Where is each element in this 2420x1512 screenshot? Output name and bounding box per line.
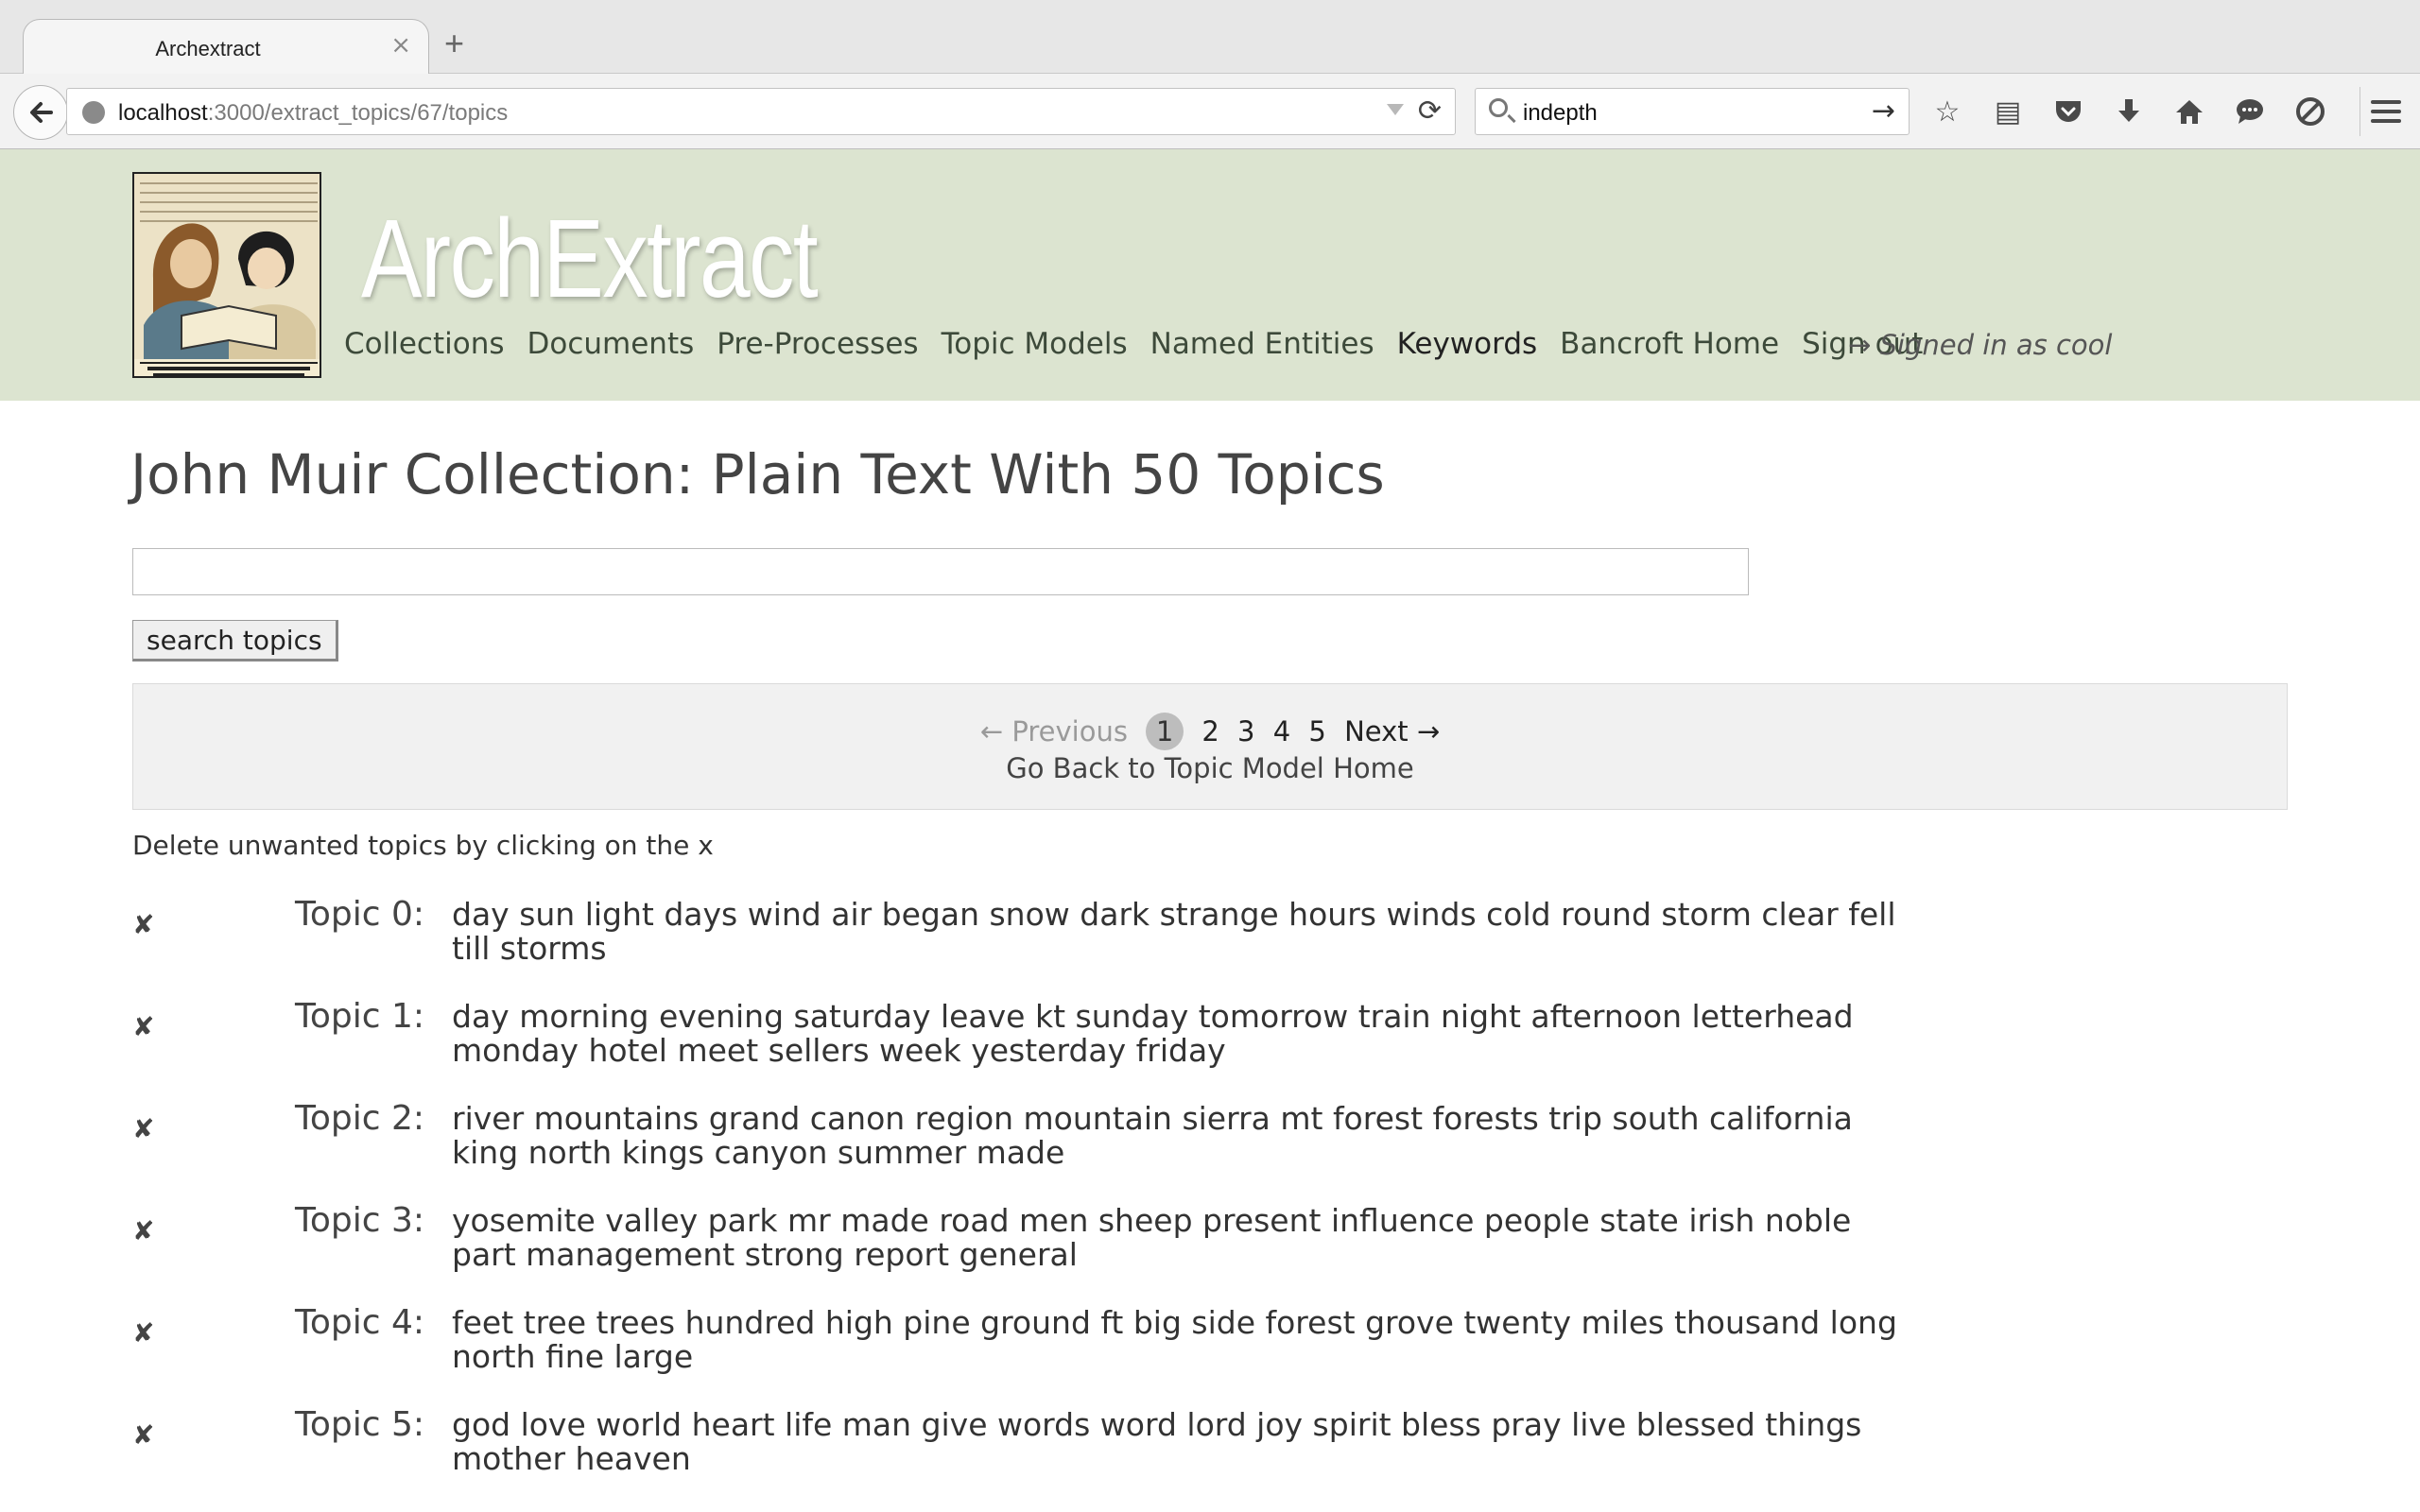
address-bar[interactable]: localhost:3000/extract_topics/67/topics …	[66, 88, 1456, 135]
star-icon[interactable]: ☆	[1925, 93, 1970, 130]
browser-tab[interactable]: Archextract ×	[23, 19, 429, 76]
topic-words: day morning evening saturday leave kt su…	[452, 998, 1854, 1069]
blocked-icon[interactable]	[2288, 93, 2333, 130]
delete-topic-icon[interactable]: ✘	[132, 909, 154, 940]
brand-title[interactable]: ArchExtract	[361, 195, 819, 323]
bancroft-library-logo[interactable]	[132, 172, 321, 378]
page-link-2[interactable]: 2	[1201, 715, 1219, 747]
url-path: :3000/extract_topics/67/topics	[207, 100, 509, 126]
search-icon	[1489, 98, 1508, 117]
topic-row: ✘ Topic 3: yosemite valley park mr made …	[132, 1204, 1947, 1272]
pocket-icon[interactable]	[2046, 93, 2091, 130]
page-link-3[interactable]: 3	[1237, 715, 1254, 747]
search-bar-value[interactable]: indepth	[1523, 100, 1598, 127]
search-bar[interactable]: indepth →	[1475, 88, 1910, 135]
current-page: 1	[1146, 713, 1184, 750]
topic-words: yosemite valley park mr made road men sh…	[452, 1202, 1852, 1273]
topic-label: Topic 2:	[295, 1099, 425, 1138]
topic-label: Topic 4:	[295, 1303, 425, 1342]
signed-in-status: → Signed in as cool	[1848, 329, 2113, 361]
url-text[interactable]: localhost:3000/extract_topics/67/topics	[118, 100, 508, 127]
delete-instructions: Delete unwanted topics by clicking on th…	[132, 830, 714, 861]
back-button[interactable]	[13, 85, 68, 140]
topic-words: river mountains grand canon region mount…	[452, 1100, 1853, 1171]
back-arrow-icon	[30, 102, 53, 123]
delete-topic-icon[interactable]: ✘	[132, 1113, 154, 1144]
topic-row: ✘ Topic 2: river mountains grand canon r…	[132, 1102, 1947, 1170]
previous-page-link: ← Previous	[979, 715, 1128, 747]
reload-icon[interactable]: ⟳	[1418, 94, 1442, 128]
pagination-panel: ← Previous 1 2 3 4 5 Next → Go Back to T…	[132, 683, 2288, 810]
page-title: John Muir Collection: Plain Text With 50…	[130, 442, 1385, 507]
delete-topic-icon[interactable]: ✘	[132, 1419, 154, 1451]
nav-keywords[interactable]: Keywords	[1397, 327, 1538, 361]
download-icon[interactable]	[2106, 93, 2152, 130]
close-tab-icon[interactable]: ×	[390, 33, 411, 58]
delete-topic-icon[interactable]: ✘	[132, 1317, 154, 1349]
home-icon[interactable]	[2167, 93, 2212, 130]
browser-toolbar: localhost:3000/extract_topics/67/topics …	[0, 74, 2420, 149]
chat-icon[interactable]	[2227, 93, 2273, 130]
topic-model-home-link[interactable]: Go Back to Topic Model Home	[133, 752, 2287, 784]
topic-label: Topic 5:	[295, 1405, 425, 1444]
tab-title: Archextract	[155, 37, 261, 60]
nav-documents[interactable]: Documents	[527, 327, 695, 361]
nav-bancroft-home[interactable]: Bancroft Home	[1560, 327, 1779, 361]
nav-named-entities[interactable]: Named Entities	[1150, 327, 1374, 361]
reading-list-icon[interactable]: ▤	[1985, 93, 2031, 130]
topic-label: Topic 1:	[295, 997, 425, 1036]
main-nav: Collections Documents Pre-Processes Topi…	[344, 327, 1923, 361]
topic-list: ✘ Topic 0: day sun light days wind air b…	[132, 898, 1947, 1510]
hamburger-menu-icon[interactable]	[2363, 91, 2409, 132]
next-page-link[interactable]: Next →	[1344, 715, 1440, 747]
delete-topic-icon[interactable]: ✘	[132, 1215, 154, 1246]
pagination: ← Previous 1 2 3 4 5 Next →	[133, 713, 2287, 750]
browser-tab-strip: Archextract × +	[0, 0, 2420, 76]
site-header: ArchExtract Collections Documents Pre-Pr…	[0, 149, 2420, 401]
globe-icon	[82, 101, 105, 124]
nav-topic-models[interactable]: Topic Models	[942, 327, 1128, 361]
topic-row: ✘ Topic 4: feet tree trees hundred high …	[132, 1306, 1947, 1374]
page-link-5[interactable]: 5	[1308, 715, 1325, 747]
topic-row: ✘ Topic 5: god love world heart life man…	[132, 1408, 1947, 1476]
nav-pre-processes[interactable]: Pre-Processes	[717, 327, 918, 361]
topic-label: Topic 0:	[295, 895, 425, 934]
toolbar-icons: ☆ ▤	[1925, 93, 2333, 130]
topic-words: god love world heart life man give words…	[452, 1406, 1862, 1477]
history-dropdown-icon[interactable]	[1387, 104, 1404, 115]
search-go-icon[interactable]: →	[1872, 94, 1895, 128]
topic-search-input[interactable]	[132, 548, 1749, 595]
delete-topic-icon[interactable]: ✘	[132, 1011, 154, 1042]
topic-row: ✘ Topic 0: day sun light days wind air b…	[132, 898, 1947, 966]
search-topics-button[interactable]: search topics	[132, 620, 338, 662]
topic-row: ✘ Topic 1: day morning evening saturday …	[132, 1000, 1947, 1068]
topic-words: feet tree trees hundred high pine ground…	[452, 1304, 1897, 1375]
nav-collections[interactable]: Collections	[344, 327, 505, 361]
topic-label: Topic 3:	[295, 1201, 425, 1240]
topic-words: day sun light days wind air began snow d…	[452, 896, 1896, 967]
page-link-4[interactable]: 4	[1273, 715, 1290, 747]
new-tab-button[interactable]: +	[444, 26, 464, 60]
url-host: localhost	[118, 100, 208, 126]
